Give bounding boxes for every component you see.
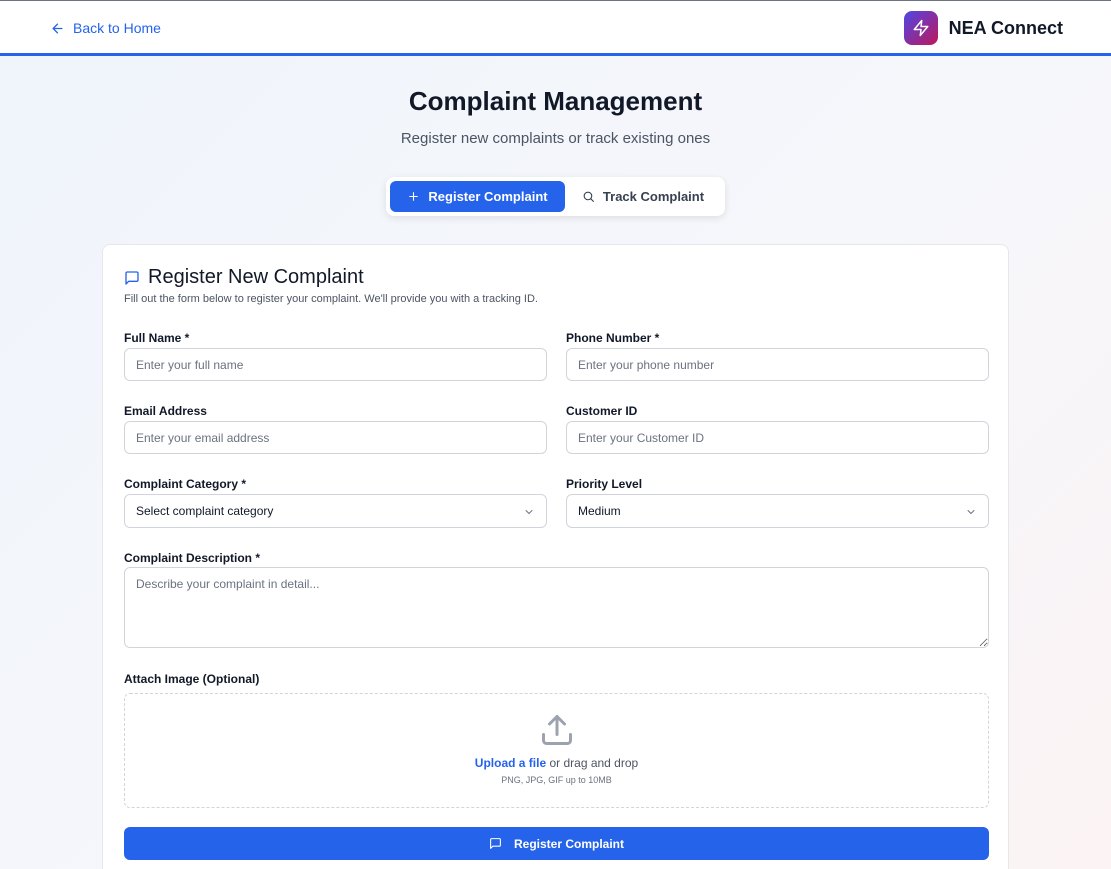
search-icon — [583, 191, 594, 202]
tab-register-label: Register Complaint — [428, 189, 548, 204]
attach-image-label: Attach Image (Optional) — [124, 672, 260, 686]
message-square-icon — [490, 838, 501, 849]
priority-level-select[interactable]: Medium — [566, 494, 989, 528]
complaint-description-label: Complaint Description * — [124, 551, 261, 565]
full-name-input[interactable] — [124, 348, 547, 381]
brand: NEA Connect — [903, 11, 1063, 45]
card-description: Fill out the form below to register your… — [124, 293, 538, 305]
page-subtitle: Register new complaints or track existin… — [400, 130, 711, 147]
customer-id-input[interactable] — [566, 421, 989, 454]
brand-name: NEA Connect — [948, 17, 1063, 38]
priority-level-label: Priority Level — [566, 477, 643, 491]
register-complaint-card: Register New Complaint Fill out the form… — [102, 244, 1009, 869]
message-square-icon — [125, 270, 139, 285]
upload-file-link[interactable]: Upload a file — [475, 756, 546, 770]
card-title-text: Register New Complaint — [148, 266, 364, 288]
top-navigation-bar: Back to Home NEA Connect — [0, 0, 1111, 56]
phone-number-label: Phone Number * — [566, 331, 660, 345]
complaint-category-select[interactable]: Select complaint category — [124, 494, 547, 528]
chevron-down-icon — [967, 510, 975, 515]
file-dropzone[interactable]: Upload a file or drag and drop PNG, JPG,… — [124, 693, 989, 808]
register-complaint-button[interactable]: Register Complaint — [124, 827, 989, 860]
drag-drop-text: or drag and drop — [546, 756, 639, 770]
priority-level-value: Medium — [578, 504, 621, 518]
upload-icon — [542, 715, 572, 745]
upload-hint: PNG, JPG, GIF up to 10MB — [501, 775, 612, 785]
tab-track-complaint[interactable]: Track Complaint — [565, 181, 721, 212]
arrow-left-icon — [52, 23, 63, 33]
register-complaint-button-label: Register Complaint — [513, 836, 624, 851]
phone-number-input[interactable] — [566, 348, 989, 381]
email-address-input[interactable] — [124, 421, 547, 454]
complaint-description-textarea[interactable] — [124, 567, 989, 648]
customer-id-label: Customer ID — [566, 404, 638, 418]
back-link-label: Back to Home — [73, 20, 161, 36]
tab-track-label: Track Complaint — [602, 189, 705, 204]
complaint-category-value: Select complaint category — [136, 504, 274, 518]
card-title: Register New Complaint — [124, 266, 364, 289]
page-title: Complaint Management — [408, 86, 703, 116]
lightning-bolt-icon — [913, 19, 929, 37]
upload-instructions: Upload a file or drag and drop — [125, 756, 988, 770]
brand-logo — [903, 11, 938, 45]
back-to-home-link[interactable]: Back to Home — [50, 18, 161, 38]
email-address-label: Email Address — [124, 404, 207, 418]
complaint-category-label: Complaint Category * — [124, 477, 247, 491]
tab-register-complaint[interactable]: Register Complaint — [390, 181, 565, 212]
plus-icon — [409, 192, 419, 201]
full-name-label: Full Name * — [124, 331, 190, 345]
complaint-tabs: Register Complaint Track Complaint — [386, 177, 725, 216]
chevron-down-icon — [525, 510, 533, 515]
